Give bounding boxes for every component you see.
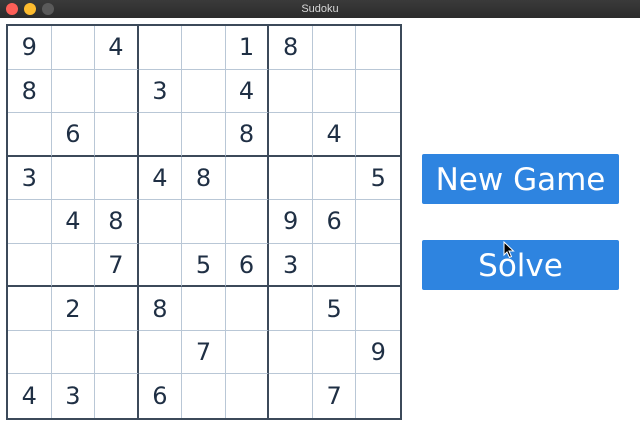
- sudoku-cell-r5-c3[interactable]: 8: [95, 200, 139, 244]
- sudoku-cell-r9-c3[interactable]: [95, 374, 139, 418]
- sudoku-cell-r3-c7[interactable]: [269, 113, 313, 157]
- sudoku-cell-r4-c2[interactable]: [51, 156, 96, 201]
- sudoku-cell-r4-c4[interactable]: 4: [138, 156, 183, 201]
- sudoku-cell-r2-c1[interactable]: 8: [8, 69, 52, 114]
- sudoku-cell-r6-c7[interactable]: 3: [269, 243, 313, 288]
- sudoku-cell-r1-c9[interactable]: [356, 26, 400, 70]
- sudoku-cell-r9-c5[interactable]: [182, 374, 226, 418]
- sudoku-cell-r2-c4[interactable]: 3: [138, 69, 183, 114]
- sudoku-cell-r4-c5[interactable]: 8: [182, 156, 226, 201]
- sudoku-cell-r1-c6[interactable]: 1: [225, 26, 270, 70]
- sudoku-cell-r1-c5[interactable]: [182, 26, 226, 70]
- sudoku-cell-r1-c3[interactable]: 4: [95, 26, 139, 70]
- sudoku-cell-r1-c7[interactable]: 8: [269, 26, 313, 70]
- sudoku-cell-r5-c2[interactable]: 4: [51, 200, 96, 244]
- sudoku-cell-r9-c1[interactable]: 4: [8, 374, 52, 418]
- sudoku-cell-r4-c6[interactable]: [225, 156, 270, 201]
- window-title: Sudoku: [301, 3, 339, 15]
- sudoku-cell-r2-c6[interactable]: 4: [225, 69, 270, 114]
- mouse-cursor-icon: [503, 241, 515, 259]
- sudoku-cell-r6-c3[interactable]: 7: [95, 243, 139, 288]
- sudoku-cell-r7-c7[interactable]: [269, 287, 313, 331]
- sudoku-cell-r4-c1[interactable]: 3: [8, 156, 52, 201]
- sudoku-cell-r9-c2[interactable]: 3: [52, 374, 96, 418]
- sudoku-cell-r7-c9[interactable]: [356, 287, 400, 331]
- sudoku-cell-r5-c8[interactable]: 6: [312, 200, 357, 244]
- sudoku-cell-r7-c2[interactable]: 2: [51, 287, 96, 331]
- sudoku-cell-r6-c5[interactable]: 5: [182, 243, 226, 288]
- sudoku-cell-r1-c4[interactable]: [138, 26, 183, 70]
- sudoku-cell-r5-c7[interactable]: 9: [269, 200, 313, 244]
- sudoku-cell-r6-c9[interactable]: [356, 244, 400, 288]
- sudoku-cell-r8-c8[interactable]: [312, 330, 357, 375]
- sudoku-board: 9418834684348548967563285794367: [6, 24, 402, 420]
- sudoku-cell-r9-c9[interactable]: [356, 374, 400, 418]
- sudoku-cell-r2-c7[interactable]: [269, 69, 313, 114]
- sudoku-cell-r8-c2[interactable]: [51, 330, 96, 375]
- sudoku-cell-r2-c3[interactable]: [95, 69, 139, 114]
- sudoku-cell-r3-c4[interactable]: [138, 113, 183, 157]
- sudoku-cell-r6-c4[interactable]: [138, 243, 183, 288]
- sudoku-cell-r7-c6[interactable]: [225, 287, 270, 331]
- sudoku-cell-r9-c8[interactable]: 7: [313, 374, 357, 418]
- sudoku-cell-r3-c8[interactable]: 4: [312, 113, 357, 157]
- sudoku-cell-r1-c2[interactable]: [51, 26, 96, 70]
- sudoku-cell-r5-c5[interactable]: [182, 200, 226, 244]
- sudoku-cell-r2-c2[interactable]: [51, 69, 96, 114]
- sudoku-cell-r3-c1[interactable]: [8, 113, 52, 157]
- sudoku-cell-r4-c9[interactable]: 5: [356, 157, 400, 201]
- title-bar: Sudoku: [0, 0, 640, 18]
- sudoku-cell-r6-c8[interactable]: [312, 243, 357, 288]
- sudoku-cell-r3-c5[interactable]: [182, 113, 226, 157]
- sudoku-cell-r6-c1[interactable]: [8, 243, 52, 288]
- sudoku-cell-r6-c6[interactable]: 6: [225, 243, 270, 288]
- sudoku-cell-r4-c7[interactable]: [269, 156, 313, 201]
- sudoku-cell-r4-c3[interactable]: [95, 156, 139, 201]
- sudoku-cell-r2-c8[interactable]: [312, 69, 357, 114]
- sudoku-cell-r9-c7[interactable]: [269, 374, 313, 418]
- sudoku-cell-r7-c5[interactable]: [182, 287, 226, 331]
- solve-button[interactable]: Solve: [422, 240, 619, 290]
- sudoku-cell-r1-c8[interactable]: [312, 26, 357, 70]
- sudoku-cell-r3-c2[interactable]: 6: [51, 113, 96, 157]
- sudoku-cell-r2-c9[interactable]: [356, 70, 400, 114]
- sudoku-cell-r9-c6[interactable]: [226, 374, 270, 418]
- sudoku-cell-r5-c4[interactable]: [138, 200, 183, 244]
- sudoku-cell-r8-c4[interactable]: [138, 330, 183, 375]
- new-game-button[interactable]: New Game: [422, 154, 619, 204]
- sudoku-cell-r5-c9[interactable]: [356, 200, 400, 244]
- sudoku-cell-r1-c1[interactable]: 9: [8, 26, 52, 70]
- sudoku-cell-r3-c3[interactable]: [95, 113, 139, 157]
- sudoku-cell-r8-c1[interactable]: [8, 330, 52, 375]
- sudoku-cell-r9-c4[interactable]: 6: [139, 374, 183, 418]
- sudoku-cell-r7-c4[interactable]: 8: [138, 287, 183, 331]
- sudoku-cell-r3-c6[interactable]: 8: [225, 113, 270, 157]
- sudoku-cell-r5-c6[interactable]: [225, 200, 270, 244]
- sudoku-cell-r5-c1[interactable]: [8, 200, 52, 244]
- sudoku-cell-r8-c3[interactable]: [95, 330, 139, 375]
- sudoku-cell-r7-c3[interactable]: [95, 287, 139, 331]
- sudoku-cell-r3-c9[interactable]: [356, 113, 400, 157]
- sudoku-cell-r8-c9[interactable]: 9: [356, 331, 400, 375]
- sudoku-cell-r7-c8[interactable]: 5: [312, 287, 357, 331]
- sudoku-cell-r8-c6[interactable]: [225, 330, 270, 375]
- sudoku-cell-r7-c1[interactable]: [8, 287, 52, 331]
- sudoku-cell-r8-c7[interactable]: [269, 330, 313, 375]
- sudoku-cell-r2-c5[interactable]: [182, 69, 226, 114]
- sudoku-cell-r6-c2[interactable]: [51, 243, 96, 288]
- sudoku-window: Sudoku 9418834684348548967563285794367 N…: [0, 0, 640, 428]
- sudoku-grid: 9418834684348548967563285794367: [8, 26, 400, 418]
- sudoku-cell-r8-c5[interactable]: 7: [182, 330, 226, 375]
- sudoku-cell-r4-c8[interactable]: [312, 156, 357, 201]
